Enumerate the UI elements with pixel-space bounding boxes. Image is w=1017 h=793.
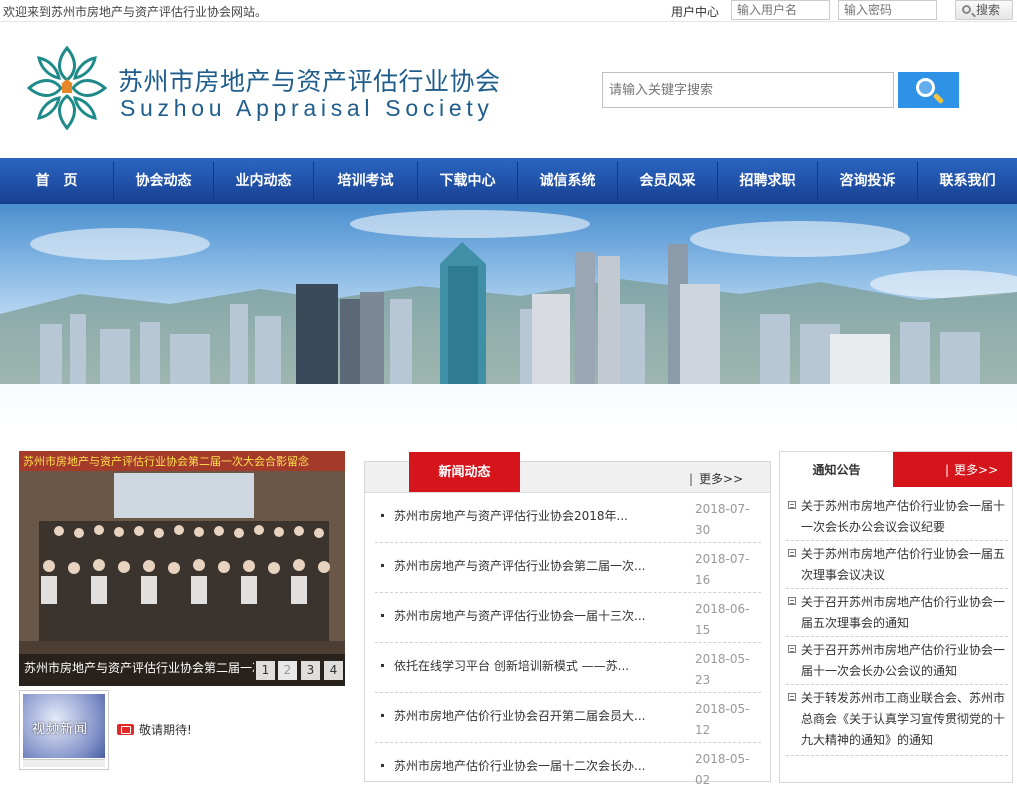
site-subtitle: Suzhou Appraisal Society — [120, 95, 494, 121]
city-skyline-image — [0, 210, 1017, 434]
coming-soon-text: 敬请期待! — [139, 723, 192, 737]
welcome-text: 欢迎来到苏州市房地产与资产评估行业协会网站。 — [3, 5, 268, 19]
news-item[interactable]: 苏州市房地产与资产评估行业协会2018年... 2018-07-30 — [375, 493, 761, 543]
top-bar: 欢迎来到苏州市房地产与资产评估行业协会网站。 用户中心 搜索 — [0, 0, 1017, 22]
news-item[interactable]: 苏州市房地产估价行业协会召开第二届会员大... 2018-05-12 — [375, 693, 761, 743]
magnifier-icon — [916, 78, 935, 97]
login-search-label: 搜索 — [976, 3, 1001, 17]
news-item[interactable]: 苏州市房地产估价行业协会一届十二次会长办... 2018-05-02 — [375, 743, 761, 793]
notice-text[interactable]: 关于苏州市房地产估价行业协会一届十一次会长办公会议会议纪要 — [801, 496, 1008, 538]
new-badge-icon — [117, 724, 134, 735]
document-icon — [788, 501, 796, 509]
password-input[interactable] — [838, 0, 937, 20]
photo-slider[interactable]: 苏州市房地产与资产评估行业协会第二届一次大会合影留念 苏州市房地产与资产评估行业… — [19, 451, 345, 686]
news-item[interactable]: 依托在线学习平台 创新培训新模式 ——苏... 2018-05-23 — [375, 643, 761, 693]
notice-item[interactable]: 关于苏州市房地产估价行业协会一届十一次会长办公会议会议纪要 — [786, 494, 1008, 541]
notice-title[interactable]: 通知公告 — [780, 452, 893, 487]
slider-dot-1[interactable]: 1 — [256, 661, 275, 680]
video-news-thumbnail[interactable]: 视频新闻 — [19, 690, 109, 770]
login-search-button[interactable]: 搜索 — [955, 0, 1013, 20]
news-date: 2018-07-16 — [695, 552, 750, 587]
bullet-icon — [381, 564, 384, 567]
notice-item[interactable]: 关于召开苏州市房地产估价行业协会一届十一次会长办公会议的通知 — [786, 638, 1008, 685]
nav-home[interactable]: 首 页 — [0, 158, 113, 204]
video-news-label: 视频新闻 — [32, 722, 89, 737]
bullet-icon — [381, 664, 384, 667]
photo-banner-text: 苏州市房地产与资产评估行业协会第二届一次大会合影留念 — [23, 454, 309, 468]
news-title[interactable]: 依托在线学习平台 创新培训新模式 ——苏... — [394, 657, 629, 674]
notice-panel-header: 通知公告 更多>> — [780, 452, 1012, 487]
news-title[interactable]: 苏州市房地产与资产评估行业协会一届十三次... — [394, 607, 645, 624]
bullet-icon — [381, 764, 384, 767]
document-icon — [788, 645, 796, 653]
photo-caption[interactable]: 苏州市房地产与资产评估行业协会第二届一次会员大会召开 — [24, 660, 254, 678]
document-icon — [788, 693, 796, 701]
keyword-search-input[interactable] — [602, 72, 894, 108]
society-logo-icon[interactable] — [27, 44, 107, 132]
nav-contact[interactable]: 联系我们 — [918, 158, 1017, 204]
nav-industry-news[interactable]: 业内动态 — [214, 158, 313, 204]
news-date: 2018-07-30 — [695, 502, 750, 537]
news-title[interactable]: 苏州市房地产与资产评估行业协会2018年... — [394, 507, 628, 524]
bullet-icon — [381, 514, 384, 517]
document-icon — [788, 597, 796, 605]
document-icon — [788, 549, 796, 557]
keyword-search-button[interactable] — [898, 72, 959, 108]
slider-dot-2[interactable]: 2 — [278, 661, 297, 680]
news-panel: 新闻动态 更多>> 苏州市房地产与资产评估行业协会2018年... 2018-0… — [364, 452, 771, 787]
notice-item[interactable]: 关于苏州市房地产估价行业协会一届五次理事会议决议 — [786, 542, 1008, 589]
notice-panel: 通知公告 更多>> 关于苏州市房地产估价行业协会一届十一次会长办公会议会议纪要 … — [779, 451, 1013, 783]
news-title[interactable]: 苏州市房地产估价行业协会一届十二次会长办... — [394, 757, 645, 774]
bullet-icon — [381, 614, 384, 617]
news-tab[interactable]: 新闻动态 — [409, 452, 520, 492]
search-icon — [962, 5, 971, 14]
main-nav: 首 页 协会动态 业内动态 培训考试 下载中心 诚信系统 会员风采 招聘求职 咨… — [0, 158, 1017, 204]
news-title[interactable]: 苏州市房地产估价行业协会召开第二届会员大... — [394, 707, 645, 724]
news-date: 2018-05-12 — [695, 702, 750, 737]
user-center-label: 用户中心 — [671, 5, 720, 19]
notice-text[interactable]: 关于苏州市房地产估价行业协会一届五次理事会议决议 — [801, 544, 1008, 586]
news-date: 2018-05-02 — [695, 752, 750, 787]
nav-members[interactable]: 会员风采 — [618, 158, 717, 204]
coming-soon: 敬请期待! — [117, 721, 192, 738]
nav-training[interactable]: 培训考试 — [314, 158, 417, 204]
nav-jobs[interactable]: 招聘求职 — [718, 158, 817, 204]
notice-item[interactable]: 关于转发苏州市工商业联合会、苏州市总商会《关于认真学习宣传贯彻党的十九大精神的通… — [786, 686, 1008, 756]
news-more-link[interactable]: 更多>> — [689, 470, 743, 487]
slider-dot-4[interactable]: 4 — [324, 661, 343, 680]
slider-dot-3[interactable]: 3 — [301, 661, 320, 680]
bullet-icon — [381, 714, 384, 717]
news-item[interactable]: 苏州市房地产与资产评估行业协会第二届一次... 2018-07-16 — [375, 543, 761, 593]
nav-complaints[interactable]: 咨询投诉 — [818, 158, 917, 204]
news-date: 2018-06-15 — [695, 602, 750, 637]
notice-text[interactable]: 关于转发苏州市工商业联合会、苏州市总商会《关于认真学习宣传贯彻党的十九大精神的通… — [801, 688, 1008, 751]
news-title[interactable]: 苏州市房地产与资产评估行业协会第二届一次... — [394, 557, 645, 574]
nav-downloads[interactable]: 下载中心 — [418, 158, 517, 204]
nav-association-news[interactable]: 协会动态 — [114, 158, 213, 204]
city-banner — [0, 204, 1017, 434]
news-item[interactable]: 苏州市房地产与资产评估行业协会一届十三次... 2018-06-15 — [375, 593, 761, 643]
video-control-bar — [23, 759, 105, 767]
nav-credit-system[interactable]: 诚信系统 — [518, 158, 617, 204]
news-panel-header: 新闻动态 更多>> — [365, 452, 770, 493]
notice-item[interactable]: 关于召开苏州市房地产估价行业协会一届五次理事会的通知 — [786, 590, 1008, 637]
notice-text[interactable]: 关于召开苏州市房地产估价行业协会一届五次理事会的通知 — [801, 592, 1008, 634]
site-title: 苏州市房地产与资产评估行业协会 — [118, 68, 501, 96]
notice-more-link[interactable]: 更多>> — [893, 452, 1012, 487]
group-photo-image: 苏州市房地产与资产评估行业协会第二届一次大会合影留念 — [19, 451, 345, 686]
news-date: 2018-05-23 — [695, 652, 750, 687]
notice-text[interactable]: 关于召开苏州市房地产估价行业协会一届十一次会长办公会议的通知 — [801, 640, 1008, 682]
username-input[interactable] — [731, 0, 830, 20]
